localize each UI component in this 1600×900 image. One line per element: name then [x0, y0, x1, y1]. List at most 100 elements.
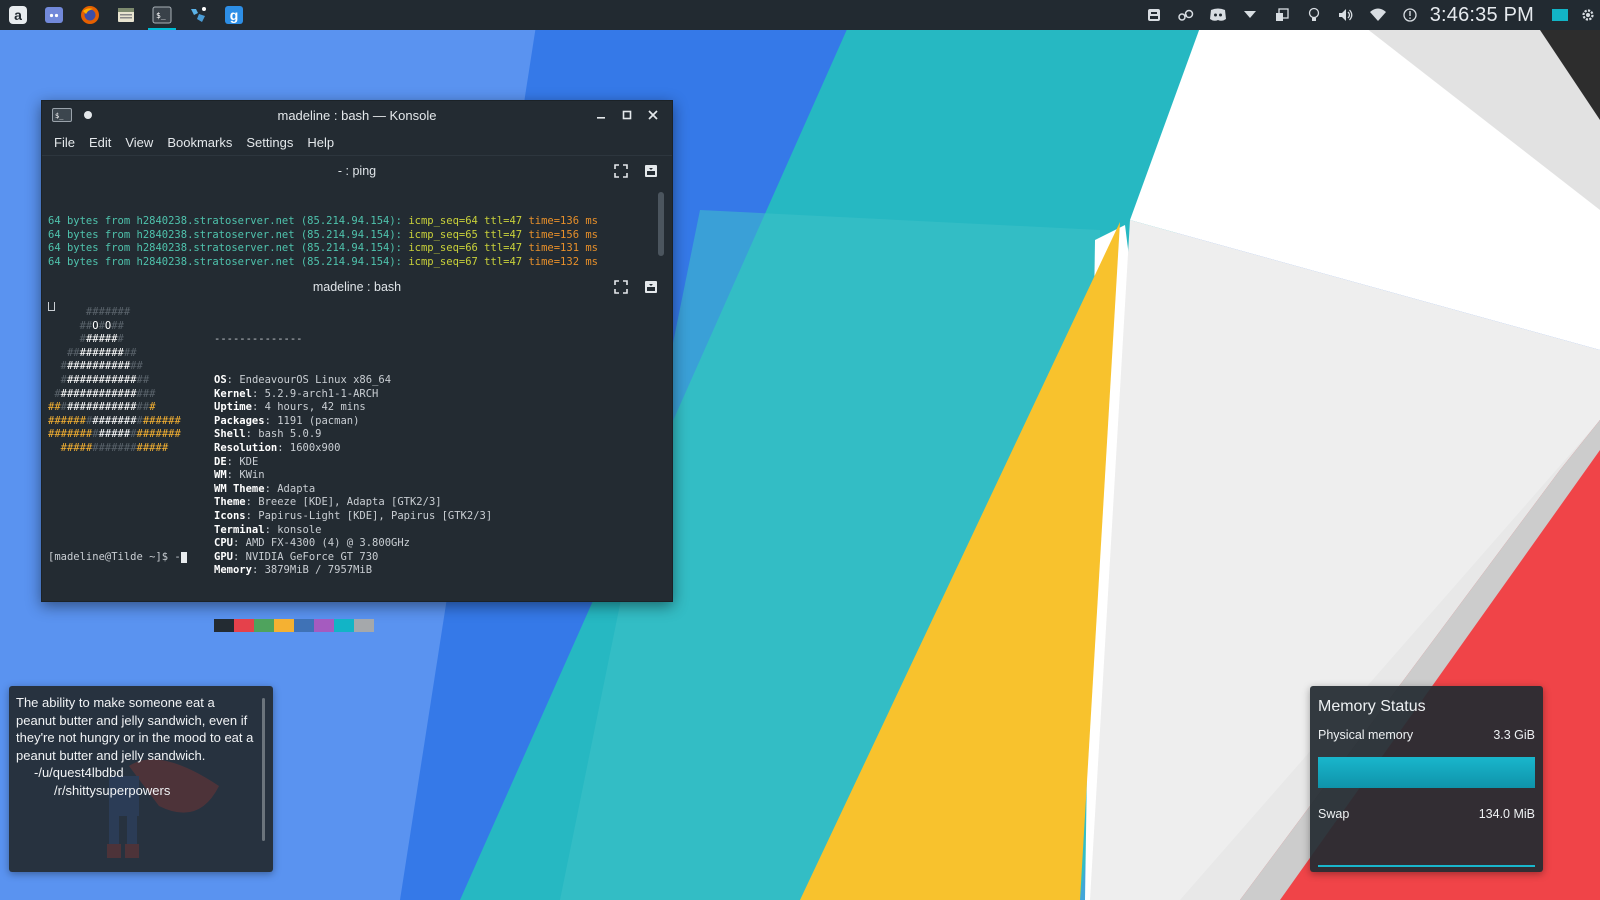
- clock[interactable]: 3:46:35 PM: [1426, 4, 1544, 27]
- prompt-text: [madeline@Tilde ~]$ -: [48, 551, 181, 564]
- tray-night-light[interactable]: [1298, 0, 1330, 30]
- svg-text:g: g: [230, 7, 239, 23]
- info-key: WM: [214, 469, 227, 482]
- info-row: GPU: NVIDIA GeForce GT 730: [214, 550, 379, 563]
- tray-discord[interactable]: [1202, 0, 1234, 30]
- maximize-button[interactable]: [614, 102, 640, 128]
- tray-show-desktop[interactable]: [1544, 0, 1576, 30]
- color-swatch: [314, 619, 334, 633]
- top-panel: a $_ g 3:46:35 PM: [0, 0, 1600, 30]
- system-info: -------------- OS: EndeavourOS Linux x86…: [214, 306, 493, 633]
- ping-line-segment: 64 bytes from h2840238.stratoserver.net …: [48, 242, 409, 255]
- swap-bar-fill: [1318, 865, 1535, 867]
- info-value: NVIDIA GeForce GT 730: [245, 550, 379, 563]
- info-key: CPU: [214, 537, 233, 550]
- physical-memory-bar: [1318, 757, 1535, 788]
- devices-icon: [1275, 8, 1289, 21]
- discord-tray-icon: [1209, 8, 1226, 21]
- ping-line: 64 bytes from h2840238.stratoserver.net …: [48, 215, 672, 229]
- menu-settings[interactable]: Settings: [239, 135, 300, 150]
- ping-terminal[interactable]: 64 bytes from h2840238.stratoserver.net …: [42, 186, 672, 311]
- g-app-icon: g: [225, 6, 243, 24]
- task-launcher: a $_ g: [0, 0, 252, 30]
- ping-pane-title: - : ping: [337, 164, 377, 178]
- chevron-down-icon: [1243, 11, 1256, 18]
- ping-line-segment: icmp_seq=65 ttl=47: [408, 228, 529, 241]
- ping-scrollbar[interactable]: [658, 192, 664, 256]
- ping-pane-maximize-button[interactable]: [610, 161, 632, 181]
- info-value: Papirus-Light [KDE], Papirus [GTK2/3]: [258, 509, 493, 522]
- swap-label: Swap: [1318, 807, 1350, 821]
- quote-scrollbar[interactable]: [262, 698, 265, 841]
- info-value: Breeze [KDE], Adapta [GTK2/3]: [258, 496, 442, 509]
- quote-author: -/u/quest4lbdbd: [34, 765, 124, 781]
- menu-view[interactable]: View: [118, 135, 160, 150]
- bash-pane-detach-button[interactable]: [640, 277, 662, 297]
- itch-launcher[interactable]: [180, 0, 216, 30]
- tray-expand[interactable]: [1234, 0, 1266, 30]
- itch-icon: [191, 7, 206, 22]
- app-launcher-icon: a: [9, 6, 27, 24]
- info-key: Shell: [214, 428, 246, 441]
- window-titlebar[interactable]: $_ madeline : bash — Konsole: [42, 101, 672, 129]
- color-swatch: [234, 619, 254, 633]
- g-app-launcher[interactable]: g: [216, 0, 252, 30]
- firefox-icon: [81, 6, 99, 24]
- bash-terminal[interactable]: ####### ##O#O## ####### ########### ####…: [42, 302, 672, 633]
- svg-text:$_: $_: [55, 112, 64, 120]
- tray-notifications-device[interactable]: [1266, 0, 1298, 30]
- info-value: AMD FX-4300 (4) @ 3.800GHz: [245, 537, 410, 550]
- tray-wifi[interactable]: [1362, 0, 1394, 30]
- quote-widget[interactable]: The ability to make someone eat a peanut…: [9, 686, 273, 872]
- detach-icon: [645, 165, 657, 177]
- keep-above-button[interactable]: [84, 111, 92, 119]
- info-row: Kernel: 5.2.9-arch1-1-ARCH: [214, 387, 379, 400]
- info-row: Shell: bash 5.0.9: [214, 428, 322, 441]
- tray-clipboard[interactable]: [1138, 0, 1170, 30]
- clipboard-icon: [1147, 9, 1160, 21]
- menu-help[interactable]: Help: [300, 135, 341, 150]
- discord-launcher[interactable]: [36, 0, 72, 30]
- info-key: Kernel: [214, 387, 252, 400]
- firefox-launcher[interactable]: [72, 0, 108, 30]
- close-button[interactable]: [640, 102, 666, 128]
- gear-icon: [1582, 9, 1594, 21]
- memory-status-widget[interactable]: Memory Status Physical memory 3.3 GiB Sw…: [1310, 686, 1543, 872]
- bash-pane-header: madeline : bash: [42, 272, 672, 302]
- minimize-button[interactable]: [588, 102, 614, 128]
- wifi-icon: [1369, 8, 1386, 21]
- files-launcher[interactable]: [108, 0, 144, 30]
- info-value: KDE: [239, 455, 259, 468]
- menu-bookmarks[interactable]: Bookmarks: [160, 135, 239, 150]
- menu-file[interactable]: File: [48, 135, 82, 150]
- color-swatch: [274, 619, 294, 633]
- show-desktop-icon: [1552, 9, 1568, 21]
- info-value: 5.2.9-arch1-1-ARCH: [264, 387, 379, 400]
- shell-prompt[interactable]: [madeline@Tilde ~]$ -: [48, 551, 187, 565]
- info-row: Memory: 3879MiB / 7957MiB: [214, 564, 373, 577]
- volume-icon: [1338, 9, 1353, 21]
- info-value: 1191 (pacman): [277, 414, 360, 427]
- ping-line: 64 bytes from h2840238.stratoserver.net …: [48, 256, 672, 270]
- info-value: bash 5.0.9: [258, 428, 322, 441]
- physical-memory-value: 3.3 GiB: [1493, 728, 1535, 742]
- app-launcher-button[interactable]: a: [0, 0, 36, 30]
- info-key: Resolution: [214, 441, 278, 454]
- info-key: Icons: [214, 509, 246, 522]
- bash-pane-title: madeline : bash: [312, 280, 402, 294]
- tray-panel-settings[interactable]: [1576, 0, 1600, 30]
- menu-edit[interactable]: Edit: [82, 135, 118, 150]
- info-value: Adapta: [277, 482, 316, 495]
- bash-pane-maximize-button[interactable]: [610, 277, 632, 297]
- tray-steam[interactable]: [1170, 0, 1202, 30]
- ping-pane-detach-button[interactable]: [640, 161, 662, 181]
- info-row: DE: KDE: [214, 455, 259, 468]
- ping-line: 64 bytes from h2840238.stratoserver.net …: [48, 229, 672, 243]
- color-swatch: [214, 619, 234, 633]
- konsole-window-icon[interactable]: $_: [52, 108, 72, 122]
- quote-text: The ability to make someone eat a peanut…: [16, 695, 254, 763]
- tray-volume[interactable]: [1330, 0, 1362, 30]
- tray-updates[interactable]: [1394, 0, 1426, 30]
- ping-line-segment: time=156 ms: [528, 228, 598, 241]
- konsole-launcher[interactable]: $_: [144, 0, 180, 30]
